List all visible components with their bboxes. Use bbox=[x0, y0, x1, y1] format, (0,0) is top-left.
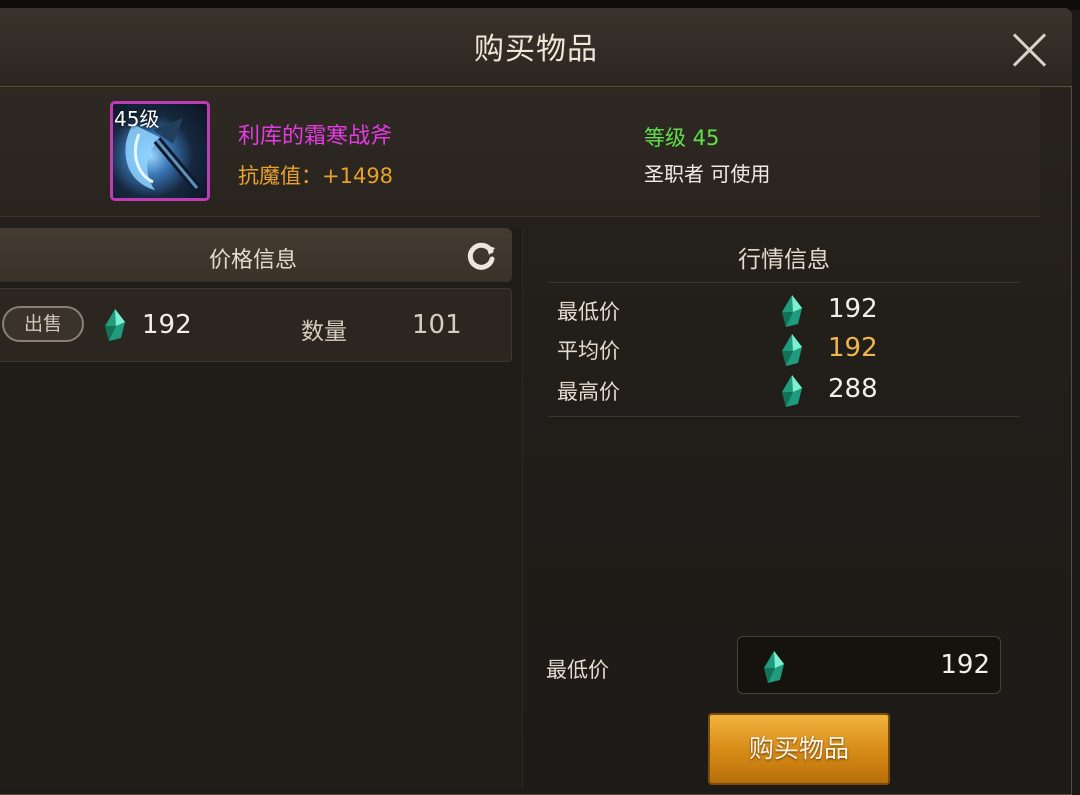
required-level: 等级 45 bbox=[644, 126, 720, 150]
buy-button[interactable]: 购买物品 bbox=[708, 713, 890, 785]
market-average-value: 192 bbox=[828, 333, 878, 363]
market-highest-label: 最高价 bbox=[557, 380, 620, 404]
price-info-title: 价格信息 bbox=[208, 248, 297, 273]
item-name: 利库的霜寒战斧 bbox=[238, 124, 393, 149]
market-info-title: 行情信息 bbox=[738, 247, 830, 273]
listing-price: 192 bbox=[142, 310, 192, 340]
item-level-badge: 45级 bbox=[114, 107, 160, 131]
gem-currency-icon bbox=[780, 374, 804, 408]
gem-currency-icon bbox=[762, 650, 786, 684]
purchase-price-value: 192 bbox=[940, 650, 990, 680]
gem-currency-icon bbox=[780, 294, 804, 328]
refresh-icon[interactable] bbox=[464, 239, 498, 273]
market-lowest-value: 192 bbox=[828, 294, 878, 324]
close-icon[interactable] bbox=[1006, 26, 1054, 74]
divider bbox=[548, 282, 1020, 283]
market-lowest-label: 最低价 bbox=[557, 300, 620, 324]
item-stat: 抗魔值：+1498 bbox=[238, 164, 394, 188]
dialog-title: 购买物品 bbox=[474, 32, 598, 67]
quantity-label: 数量 bbox=[301, 319, 347, 345]
gem-currency-icon bbox=[103, 308, 127, 342]
purchase-price-label: 最低价 bbox=[546, 658, 609, 682]
divider bbox=[548, 416, 1020, 417]
gem-currency-icon bbox=[780, 333, 804, 367]
usable-class: 圣职者 可使用 bbox=[644, 162, 771, 186]
market-highest-value: 288 bbox=[828, 374, 878, 404]
market-average-label: 平均价 bbox=[557, 339, 620, 363]
sell-badge: 出售 bbox=[2, 306, 84, 342]
quantity-value: 101 bbox=[412, 310, 462, 340]
